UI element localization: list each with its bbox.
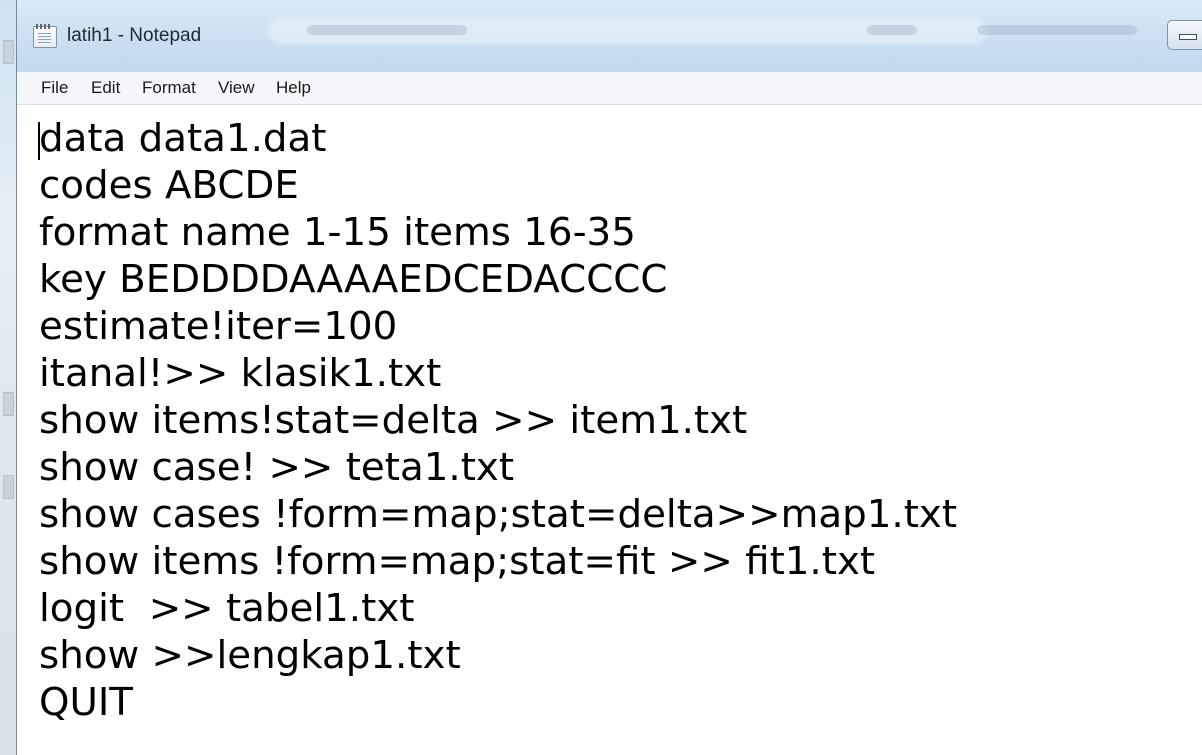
editor-line: key BEDDDDAAAAEDCEDACCCC [39,257,668,301]
desktop-edge-mark [3,40,14,64]
editor-line: show case! >> teta1.txt [39,445,515,489]
editor-line: format name 1-15 items 16-35 [39,210,636,254]
desktop-edge-mark [3,475,14,499]
desktop-background [0,0,16,755]
editor-line: data data1.dat [39,116,327,160]
menu-file[interactable]: File [41,78,68,98]
menu-format[interactable]: Format [142,78,196,98]
title-bar[interactable]: latih1 - Notepad [17,0,1202,73]
editor-line: codes ABCDE [39,163,299,207]
notepad-icon-spiral [36,24,52,29]
menu-view[interactable]: View [218,78,255,98]
minimize-button[interactable] [1167,20,1202,50]
editor-line: QUIT [39,680,133,724]
editor-line: logit >> tabel1.txt [39,586,415,630]
notepad-window: latih1 - Notepad File Edit Format View H… [16,0,1202,755]
notepad-icon-lines [38,33,51,43]
text-editor[interactable]: data data1.dat codes ABCDE format name 1… [17,105,1202,755]
editor-line: estimate!iter=100 [39,304,398,348]
menu-bar: File Edit Format View Help [17,72,1202,105]
desktop-edge-mark [3,392,14,416]
menu-help[interactable]: Help [276,78,311,98]
editor-line: show >>lengkap1.txt [39,633,461,677]
editor-line: show items !form=map;stat=fit >> fit1.tx… [39,539,876,583]
notepad-icon[interactable] [33,24,57,48]
editor-line: show cases !form=map;stat=delta>>map1.tx… [39,492,958,536]
menu-edit[interactable]: Edit [91,78,120,98]
minimize-icon [1179,34,1197,40]
blurred-background-text [867,25,917,35]
editor-line: show items!stat=delta >> item1.txt [39,398,748,442]
editor-line: itanal!>> klasik1.txt [39,351,442,395]
blurred-background-text [307,25,467,35]
window-title: latih1 - Notepad [67,25,202,46]
blurred-background-text [977,25,1137,35]
